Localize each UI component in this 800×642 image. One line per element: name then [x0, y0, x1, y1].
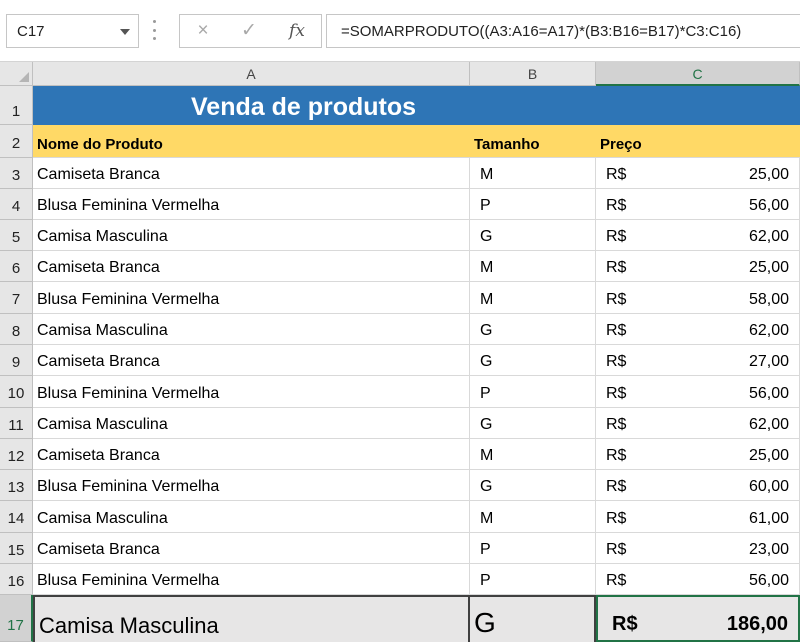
price-cell[interactable]: R$ 61,00 — [596, 501, 800, 533]
product-cell[interactable]: Camiseta Branca — [33, 533, 470, 564]
size-cell[interactable]: M — [470, 251, 596, 282]
spreadsheet-grid: A B C 1 2 3 4 5 6 7 8 9 10 11 12 13 14 1… — [0, 62, 800, 642]
product-cell[interactable]: Blusa Feminina Vermelha — [33, 189, 470, 220]
size-cell[interactable]: M — [470, 158, 596, 189]
row-header[interactable]: 6 — [0, 251, 33, 282]
size-cell[interactable]: G — [470, 220, 596, 251]
row-header[interactable]: 7 — [0, 282, 33, 314]
header-cell-product[interactable]: Nome do Produto — [33, 125, 470, 158]
row-header[interactable]: 11 — [0, 408, 33, 439]
price-cell[interactable]: R$ 58,00 — [596, 282, 800, 314]
column-header-c[interactable]: C — [596, 62, 800, 86]
header-cell-price[interactable]: Preço — [596, 125, 800, 158]
table-row: Blusa Feminina Vermelha G R$ 60,00 — [33, 470, 800, 501]
size-cell[interactable]: G — [470, 408, 596, 439]
product-cell[interactable]: Blusa Feminina Vermelha — [33, 376, 470, 408]
formula-buttons: × ✓ fx — [179, 14, 322, 48]
column-header-a[interactable]: A — [33, 62, 470, 86]
price-cell[interactable]: R$ 56,00 — [596, 376, 800, 408]
product-cell[interactable]: Camiseta Branca — [33, 158, 470, 189]
table-row: Blusa Feminina Vermelha P R$ 56,00 — [33, 376, 800, 408]
total-row: Camisa Masculina G R$ 186,00 — [33, 595, 800, 642]
size-cell[interactable]: P — [470, 564, 596, 595]
header-row: Nome do Produto Tamanho Preço — [33, 125, 800, 158]
column-header-b[interactable]: B — [470, 62, 596, 86]
price-cell[interactable]: R$ 23,00 — [596, 533, 800, 564]
name-box[interactable]: C17 — [6, 14, 139, 48]
product-cell[interactable]: Blusa Feminina Vermelha — [33, 564, 470, 595]
price-cell[interactable]: R$ 62,00 — [596, 220, 800, 251]
row-header[interactable]: 9 — [0, 345, 33, 376]
row-header[interactable]: 4 — [0, 189, 33, 220]
price-cell[interactable]: R$ 27,00 — [596, 345, 800, 376]
row-header[interactable]: 13 — [0, 470, 33, 501]
price-cell[interactable]: R$ 62,00 — [596, 314, 800, 345]
row-header[interactable]: 3 — [0, 158, 33, 189]
product-cell[interactable]: Camisa Masculina — [33, 314, 470, 345]
formula-bar: C17 × ✓ fx =SOMARPRODUTO((A3:A16=A17)*(B… — [0, 0, 800, 62]
table-row: Camiseta Branca P R$ 23,00 — [33, 533, 800, 564]
size-cell[interactable]: P — [470, 189, 596, 220]
price-cell[interactable]: R$ 25,00 — [596, 439, 800, 470]
price-cell[interactable]: R$ 60,00 — [596, 470, 800, 501]
table-row: Camisa Masculina M R$ 61,00 — [33, 501, 800, 533]
sheet-title[interactable]: Venda de produtos — [191, 93, 416, 122]
price-cell[interactable]: R$ 62,00 — [596, 408, 800, 439]
table-row: Camiseta Branca M R$ 25,00 — [33, 251, 800, 282]
table-row: Camisa Masculina G R$ 62,00 — [33, 408, 800, 439]
price-cell[interactable]: R$ 56,00 — [596, 564, 800, 595]
row-header[interactable]: 14 — [0, 501, 33, 533]
lookup-product-cell[interactable]: Camisa Masculina — [33, 595, 470, 642]
size-cell[interactable]: G — [470, 345, 596, 376]
row-header[interactable]: 5 — [0, 220, 33, 251]
product-cell[interactable]: Camisa Masculina — [33, 408, 470, 439]
price-cell[interactable]: R$ 56,00 — [596, 189, 800, 220]
row-header[interactable]: 10 — [0, 376, 33, 408]
product-cell[interactable]: Camiseta Branca — [33, 251, 470, 282]
product-cell[interactable]: Blusa Feminina Vermelha — [33, 470, 470, 501]
chevron-down-icon[interactable] — [120, 29, 130, 35]
active-cell-c17[interactable]: R$ 186,00 — [596, 595, 800, 642]
check-icon[interactable]: ✓ — [232, 18, 266, 44]
product-cell[interactable]: Blusa Feminina Vermelha — [33, 282, 470, 314]
table-row: Camiseta Branca M R$ 25,00 — [33, 439, 800, 470]
cancel-icon[interactable]: × — [186, 18, 220, 44]
table-row: Camisa Masculina G R$ 62,00 — [33, 220, 800, 251]
price-cell[interactable]: R$ 25,00 — [596, 158, 800, 189]
size-cell[interactable]: M — [470, 501, 596, 533]
table-row: Camisa Masculina G R$ 62,00 — [33, 314, 800, 345]
size-cell[interactable]: G — [470, 470, 596, 501]
title-row: Venda de produtos — [33, 86, 800, 125]
product-cell[interactable]: Camisa Masculina — [33, 501, 470, 533]
size-cell[interactable]: M — [470, 439, 596, 470]
lookup-size-cell[interactable]: G — [470, 595, 596, 642]
size-cell[interactable]: M — [470, 282, 596, 314]
insert-function-icon[interactable]: fx — [280, 18, 314, 44]
drag-handle-icon[interactable] — [153, 20, 157, 40]
product-cell[interactable]: Camiseta Branca — [33, 345, 470, 376]
table-row: Blusa Feminina Vermelha M R$ 58,00 — [33, 282, 800, 314]
table-row: Blusa Feminina Vermelha P R$ 56,00 — [33, 189, 800, 220]
price-cell[interactable]: R$ 25,00 — [596, 251, 800, 282]
table-row: Blusa Feminina Vermelha P R$ 56,00 — [33, 564, 800, 595]
table-row: Camiseta Branca G R$ 27,00 — [33, 345, 800, 376]
row-header[interactable]: 2 — [0, 125, 33, 158]
row-header[interactable]: 12 — [0, 439, 33, 470]
size-cell[interactable]: P — [470, 376, 596, 408]
product-cell[interactable]: Camisa Masculina — [33, 220, 470, 251]
row-header[interactable]: 8 — [0, 314, 33, 345]
select-all-button[interactable] — [0, 62, 33, 86]
header-cell-size[interactable]: Tamanho — [470, 125, 596, 158]
formula-input[interactable]: =SOMARPRODUTO((A3:A16=A17)*(B3:B16=B17)*… — [326, 14, 800, 48]
table-row: Camiseta Branca M R$ 25,00 — [33, 158, 800, 189]
size-cell[interactable]: P — [470, 533, 596, 564]
row-header[interactable]: 17 — [0, 595, 33, 642]
product-cell[interactable]: Camiseta Branca — [33, 439, 470, 470]
row-header[interactable]: 1 — [0, 86, 33, 125]
size-cell[interactable]: G — [470, 314, 596, 345]
name-box-value: C17 — [17, 23, 45, 40]
formula-text: =SOMARPRODUTO((A3:A16=A17)*(B3:B16=B17)*… — [341, 23, 742, 40]
row-header[interactable]: 15 — [0, 533, 33, 564]
row-header[interactable]: 16 — [0, 564, 33, 595]
